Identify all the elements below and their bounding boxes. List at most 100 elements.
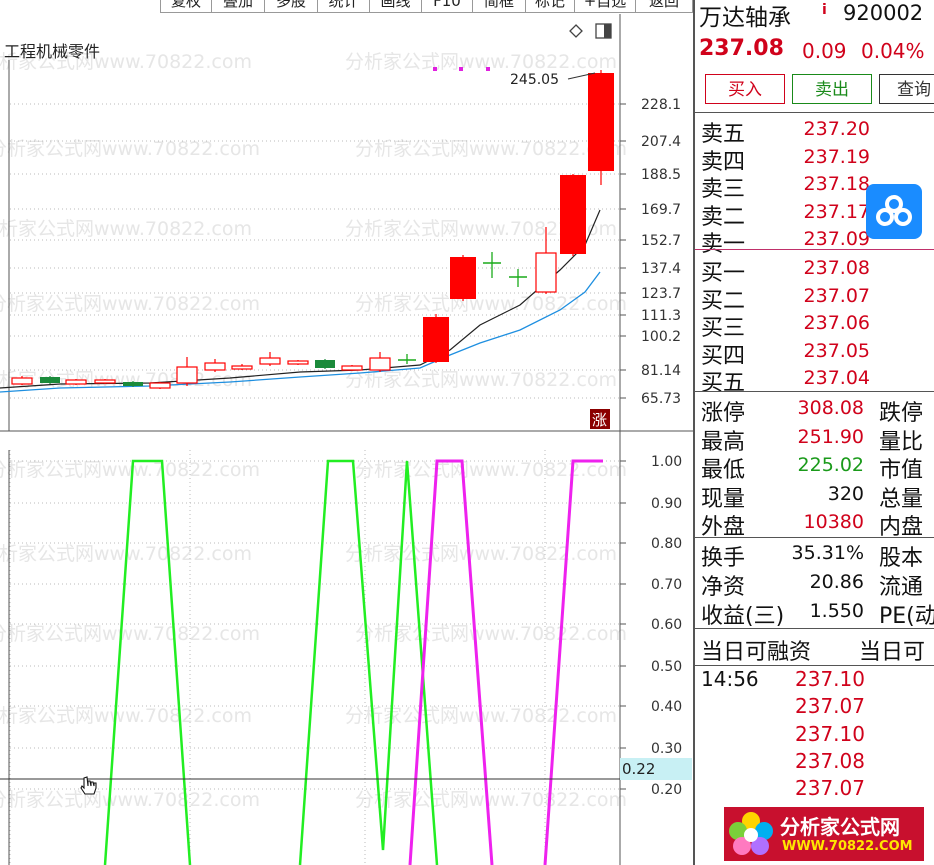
indicator-tick-label: 0.40 [651,699,682,715]
stat-row[interactable]: 现量 320 总量 [695,481,934,512]
sell-button[interactable]: 卖出 [792,74,872,104]
indicator-tick-label: 0.50 [651,659,682,675]
watermark-text: 分析家公式网www.70822.com [0,623,260,645]
bid-value: 237.04 [803,367,870,389]
ask-value: 237.17 [803,200,870,223]
cloud-share-button[interactable] [866,184,922,239]
limit-up-badge-text: 涨 [592,411,607,429]
tick-price: 237.08 [795,748,865,773]
bid-row[interactable]: 买三 237.06 [695,310,934,341]
stat-label: 现量 [701,486,746,512]
candle-body-up [149,382,171,389]
last-price: 237.08 [699,36,784,61]
window-icon[interactable] [595,23,612,39]
ask-label: 卖一 [701,232,746,257]
stat-right-label: 总量 [879,486,924,512]
ask-row[interactable]: 卖四 237.19 [695,144,934,175]
kline-chart[interactable]: 分析家公式网www.70822.com 分析家公式网www.70822.com 分析… [0,0,693,865]
stat-row[interactable]: 最低 225.02 市值 [695,452,934,483]
bid-row[interactable]: 买二 237.07 [695,283,934,314]
finance-right-label: PE(动 [879,604,934,629]
info-icon[interactable]: i [822,2,827,18]
stat-label: 最高 [701,429,746,455]
finance-value: 35.31% [791,542,864,564]
ask-value: 237.20 [803,118,870,140]
candle-body-down [315,360,335,368]
divider [695,537,934,538]
price-change-pct: 0.04% [861,39,925,63]
watermark-text: 分析家公式网www.70822.com [0,705,252,727]
stat-value: 225.02 [797,454,864,476]
candle-body-up-filled [450,257,476,299]
candle-body-down [40,377,60,383]
indicator-tick-label: 0.80 [651,536,682,552]
price-tick-label: 207.4 [641,134,681,150]
bid-row[interactable]: 买五 237.04 [695,365,934,396]
ask-row[interactable]: 卖五 237.20 [695,116,934,147]
logo-url: WWW.70822.COM [782,839,913,854]
query-button[interactable]: 查询 [879,74,934,104]
watermark-text: 分析家公式网www.70822.com [345,369,617,391]
indicator-tick-label: 0.90 [651,496,682,512]
stock-code: 920002 [843,1,924,25]
candle-body-up-filled [423,317,449,362]
candle-body-up [94,379,116,384]
chart-title: 工程机械零件 [4,42,100,61]
candle-body-up [231,365,253,370]
finance-row[interactable]: 净资 20.86 流通 [695,569,934,600]
bid-row[interactable]: 买一 237.08 [695,255,934,286]
candle-body-up [65,379,87,385]
stat-row[interactable]: 涨停 308.08 跌停 [695,395,934,426]
divider [695,628,934,629]
stat-value: 10380 [803,511,864,533]
stat-value: 308.08 [797,397,864,419]
peak-label: 245.05 [510,72,559,88]
logo-title: 分析家公式网 [780,815,900,839]
indicator-tick-label: 0.60 [651,617,682,633]
candle-body-up [535,252,557,293]
buy-button[interactable]: 买入 [705,74,785,104]
price-tick-labels: 228.1 207.4 188.5 169.7 152.7 137.4 123.7 111.3… [620,97,681,407]
price-tick-label: 137.4 [641,261,681,277]
quote-panel: 万达轴承 i 920002 237.08 0.09 0.04% 买入 卖出 查询… [693,0,934,865]
bid-value: 237.05 [803,339,870,362]
indicator-tick-label: 0.20 [651,782,682,798]
finance-label: 收益(三) [701,604,785,629]
watermark-text: 分析家公式网www.70822.com [355,789,627,811]
crosshair-value: 0.22 [622,760,655,778]
price-tick-label: 100.2 [641,329,681,345]
watermark-text: 分析家公式网www.70822.com [0,369,252,391]
indicator-tick-label: 1.00 [651,454,682,470]
watermark-text: 分析家公式网www.70822.com [0,293,260,315]
tick-price: 237.07 [795,694,865,719]
watermark-text: 分析家公式网www.70822.com [0,218,252,240]
finance-row[interactable]: 换手 35.31% 股本 [695,540,934,571]
price-tick-label: 111.3 [641,308,681,324]
candle-body-up [11,377,33,385]
price-tick-label: 188.5 [641,167,681,183]
ask-value: 237.09 [803,228,870,250]
stat-row[interactable]: 最高 251.90 量比 [695,424,934,455]
cloud-icon [876,195,912,226]
price-change: 0.09 [802,39,847,63]
candle-body-up-filled [588,73,614,171]
divider [695,391,934,392]
ask-value: 237.18 [803,173,870,195]
bid-row[interactable]: 买四 237.05 [695,338,934,369]
stat-row[interactable]: 外盘 10380 内盘 [695,509,934,540]
tick-price: 237.10 [795,667,865,691]
ask-value: 237.19 [803,145,870,168]
candle-body-up [204,362,226,371]
tick-price: 237.07 [795,776,865,801]
bid-value: 237.08 [803,257,870,279]
flower-logo-icon [729,812,773,855]
stat-right-label: 市值 [879,458,924,483]
diamond-icon[interactable] [569,24,583,38]
watermark-text: 分析家公式网www.70822.com [0,459,260,481]
stat-label: 涨停 [701,401,746,426]
price-tick-label: 152.7 [641,233,681,249]
candle-body-up [287,360,309,365]
finance-row[interactable]: 收益(三) 1.550 PE(动 [695,598,934,629]
watermark-text: 分析家公式网www.70822.com [345,51,617,73]
stat-right-label: 跌停 [879,401,924,426]
